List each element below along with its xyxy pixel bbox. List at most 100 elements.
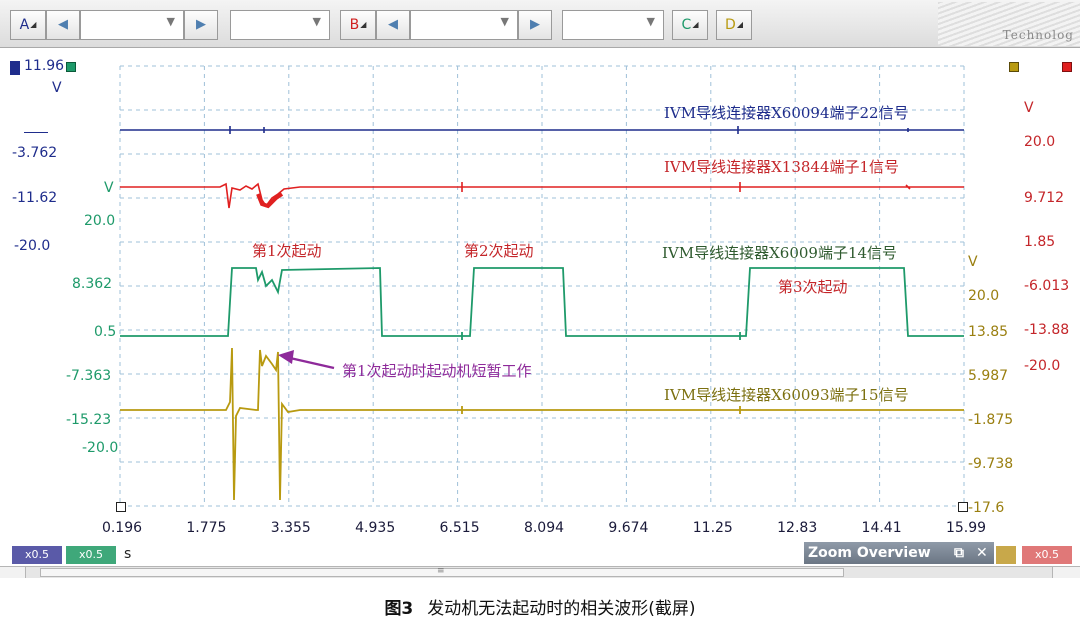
annotation-start-3: 第3次起动 [778,278,848,296]
channel-b-dropdown-icon: ◢ [360,20,367,29]
axis-a-tick: -3.762 [12,145,58,161]
figure-number: 图3 [384,599,414,619]
time-axis-tick-label: 15.99 [945,520,987,536]
arrow-left-icon: ◀ [388,17,398,32]
channel-c-dropdown-icon: ◢ [692,20,699,29]
axis-a-marker [24,132,48,133]
time-axis-tick-label: 9.674 [608,520,649,536]
channel-a-coupling-select[interactable]: ▼ [230,10,330,40]
grip-icon: ≡ [437,566,445,576]
axis-b-tick: 20.0 [1024,134,1056,150]
channel-a-marker[interactable] [10,61,20,75]
channel-d-label: D [725,17,736,33]
channel-c-marker[interactable] [66,62,76,72]
channel-d-marker[interactable] [1009,62,1019,72]
channel-b-prev-button[interactable]: ◀ [376,10,410,40]
axis-a-unit: V [52,80,62,96]
waveform-canvas [119,65,965,507]
axis-c-tick: -15.23 [66,412,112,428]
toolbar: A◢ ◀ ▼ ▶ ▼ B◢ ◀ ▼ ▶ ▼ C◢ D◢ Technolog [0,0,1080,48]
figure-caption-text: 发动机无法起动时的相关波形(截屏) [427,599,696,619]
axis-c-unit: V [104,180,114,196]
chevron-down-icon: ▼ [166,15,175,28]
axis-d-tick: 13.85 [968,324,1009,340]
axis-b-tick: -13.88 [1024,322,1070,338]
channel-d-button[interactable]: D◢ [716,10,752,40]
axis-d-tick: -9.738 [968,456,1014,472]
axis-c-tick: 0.5 [94,324,117,340]
axis-b-tick: 1.85 [1024,234,1056,250]
channel-b-button[interactable]: B◢ [340,10,376,40]
axis-c-tick: 8.362 [72,276,113,292]
channel-d-scale-tab[interactable] [996,546,1016,564]
axis-a-top-value: 11.96 [24,58,65,74]
chevron-down-icon: ▼ [500,15,509,28]
annotation-start-2: 第2次起动 [464,242,534,260]
axis-d-tick: -1.875 [968,412,1014,428]
axis-d-tick: 5.987 [968,368,1009,384]
trace-label-a: IVM导线连接器X60094端子22信号 [664,104,909,122]
channel-c-scale-tab[interactable]: x0.5 [66,546,116,564]
arrow-left-icon: ◀ [58,17,68,32]
channel-c-button[interactable]: C◢ [672,10,708,40]
brand-text: Technolog [1002,28,1074,42]
channel-a-next-button[interactable]: ▶ [184,10,218,40]
channel-a-prev-button[interactable]: ◀ [46,10,80,40]
trace-label-c: IVM导线连接器X6009端子14信号 [662,244,898,262]
scroll-left-button[interactable] [0,567,26,578]
zoom-overview-title: Zoom Overview [808,545,931,561]
axis-b-tick: 9.712 [1024,190,1065,206]
scroll-right-button[interactable] [1052,567,1080,578]
channel-d-dropdown-icon: ◢ [736,20,743,29]
time-axis-tick-label: 4.935 [355,520,396,536]
figure-caption: 图3 发动机无法起动时的相关波形(截屏) [0,594,1080,619]
ruler-handle-left[interactable] [116,502,126,512]
time-axis-tick-label: 3.355 [270,520,311,536]
axis-c-tick: -20.0 [82,440,119,456]
time-axis-tick-label: 14.41 [861,520,902,536]
trace-label-d: IVM导线连接器X60093端子15信号 [664,386,909,404]
channel-b-marker[interactable] [1062,62,1072,72]
annotation-layer [278,350,335,370]
channel-b-range-select[interactable]: ▼ [410,10,518,40]
horizontal-scrollbar[interactable]: ≡ [0,566,1080,578]
axis-c-tick: 20.0 [84,213,116,229]
axis-a-tick: -20.0 [14,238,51,254]
bottom-strip: x0.5 x0.5 s x0.5 Zoom Overview ⧉ ✕ ≡ [0,542,1080,578]
annotation-arrow-line [289,356,335,370]
axis-d-tick: 20.0 [968,288,1000,304]
brand-logo: Technolog [938,2,1080,46]
axis-b-tick: -20.0 [1024,358,1061,374]
channel-a-dropdown-icon: ◢ [30,20,37,29]
axis-d-tick: -17.6 [968,500,1005,516]
annotation-arrowhead [278,350,294,364]
time-axis-tick-label: 6.515 [439,520,480,536]
close-icon[interactable]: ✕ [976,542,988,564]
channel-a-scale-tab[interactable]: x0.5 [12,546,62,564]
zoom-overview-panel[interactable]: Zoom Overview ⧉ ✕ [804,542,994,564]
axis-c-tick: -7.363 [66,368,112,384]
time-unit-label: s [124,546,132,562]
chevron-down-icon: ▼ [312,15,321,28]
channel-b-next-button[interactable]: ▶ [518,10,552,40]
trace-label-b: IVM导线连接器X13844端子1信号 [664,158,900,176]
annotation-motor-note: 第1次起动时起动机短暂工作 [342,362,532,380]
scroll-thumb[interactable]: ≡ [40,566,844,577]
time-axis-tick-label: 0.196 [101,520,143,536]
scope-plot[interactable]: 11.96 V -3.762 -11.62 -20.0 V 20.0 8.362… [0,48,1080,568]
channel-a-range-select[interactable]: ▼ [80,10,184,40]
chevron-down-icon: ▼ [646,15,655,28]
channel-a-button[interactable]: A◢ [10,10,46,40]
annotation-start-1: 第1次起动 [252,242,322,260]
time-axis-tick-label: 11.25 [692,520,733,536]
axis-b-tick: -6.013 [1024,278,1070,294]
channel-c-label: C [681,17,692,33]
axis-a-tick: -11.62 [12,190,58,206]
channel-b-scale-tab[interactable]: x0.5 [1022,546,1072,564]
channel-b-coupling-select[interactable]: ▼ [562,10,664,40]
axis-b-unit: V [1024,100,1034,116]
axis-d-unit: V [968,254,978,270]
ruler-handle-right[interactable] [958,502,968,512]
restore-icon[interactable]: ⧉ [954,542,964,564]
arrow-right-icon: ▶ [530,17,540,32]
